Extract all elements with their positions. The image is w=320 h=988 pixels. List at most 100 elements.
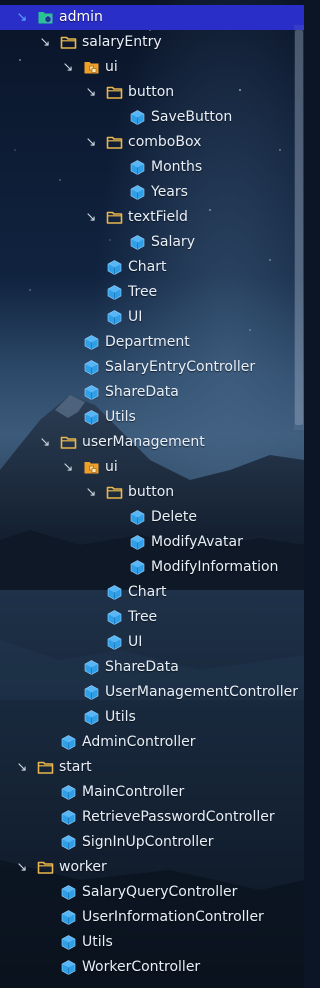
tree-item-label: Years bbox=[151, 184, 188, 200]
folder-icon bbox=[60, 434, 77, 451]
tree-item-label: textField bbox=[128, 209, 188, 225]
expand-arrow-icon[interactable]: ↘ bbox=[38, 430, 52, 455]
tree-row[interactable]: ShareData bbox=[0, 380, 304, 405]
tree-row[interactable]: RetrievePasswordController bbox=[0, 805, 304, 830]
tree-row[interactable]: Utils bbox=[0, 405, 304, 430]
tree-row[interactable]: ModifyAvatar bbox=[0, 530, 304, 555]
tree-item-label: Tree bbox=[128, 284, 158, 300]
tree-row[interactable]: Delete bbox=[0, 505, 304, 530]
tree-item-label: comboBox bbox=[128, 134, 202, 150]
expand-arrow-icon[interactable]: ↘ bbox=[84, 480, 98, 505]
tree-item-label: start bbox=[59, 759, 92, 775]
module-folder-icon bbox=[37, 9, 54, 26]
tree-item-label: Utils bbox=[105, 409, 136, 425]
expand-arrow-icon[interactable]: ↘ bbox=[84, 80, 98, 105]
class-icon bbox=[60, 784, 77, 801]
class-icon bbox=[129, 509, 146, 526]
tree-item-label: Utils bbox=[82, 934, 113, 950]
tree-row[interactable]: ↘ textField bbox=[0, 205, 304, 230]
tree-item-label: admin bbox=[59, 9, 103, 25]
tree-row[interactable]: WorkerController bbox=[0, 955, 304, 980]
tree-row[interactable]: Chart bbox=[0, 255, 304, 280]
class-icon bbox=[60, 909, 77, 926]
tree-row[interactable]: ↘ comboBox bbox=[0, 130, 304, 155]
tree-row[interactable]: ↘ userManagement bbox=[0, 430, 304, 455]
tree-item-label: RetrievePasswordController bbox=[82, 809, 275, 825]
tree-row[interactable]: UI bbox=[0, 630, 304, 655]
folder-icon bbox=[60, 34, 77, 51]
class-icon bbox=[83, 684, 100, 701]
tree-row[interactable]: ↘ salaryEntry bbox=[0, 30, 304, 55]
tree-row[interactable]: ↘ ui bbox=[0, 455, 304, 480]
tree-row[interactable]: ↘ button bbox=[0, 480, 304, 505]
tree-item-label: UI bbox=[128, 309, 143, 325]
class-icon bbox=[60, 934, 77, 951]
tree-item-label: Months bbox=[151, 159, 203, 175]
expand-arrow-icon[interactable]: ↘ bbox=[15, 5, 29, 30]
class-icon bbox=[106, 259, 123, 276]
expand-arrow-icon[interactable]: ↘ bbox=[84, 130, 98, 155]
tree-row[interactable]: Salary bbox=[0, 230, 304, 255]
tree-item-label: UserInformationController bbox=[82, 909, 264, 925]
tree-item-label: Tree bbox=[128, 609, 158, 625]
class-icon bbox=[106, 609, 123, 626]
tree-row[interactable]: ↘ start bbox=[0, 755, 304, 780]
tree-item-label: salaryEntry bbox=[82, 34, 162, 50]
tree-row[interactable]: ↘ ui bbox=[0, 55, 304, 80]
tree-item-label: SaveButton bbox=[151, 109, 233, 125]
class-icon bbox=[60, 884, 77, 901]
scrollbar-thumb[interactable] bbox=[295, 30, 303, 425]
tree-row[interactable]: MainController bbox=[0, 780, 304, 805]
tree-row[interactable]: Tree bbox=[0, 605, 304, 630]
tree-item-label: ShareData bbox=[105, 384, 179, 400]
tree-row[interactable]: Months bbox=[0, 155, 304, 180]
tree-item-label: MainController bbox=[82, 784, 185, 800]
tree-row[interactable]: Tree bbox=[0, 280, 304, 305]
class-icon bbox=[83, 359, 100, 376]
tree-row[interactable]: Utils bbox=[0, 930, 304, 955]
project-tree: ↘ admin ↘ salaryEntry ↘ ui ↘ button SaveButton ↘ c… bbox=[0, 5, 304, 980]
tree-row[interactable]: UserManagementController bbox=[0, 680, 304, 705]
tree-row[interactable]: Department bbox=[0, 330, 304, 355]
tree-row[interactable]: SalaryQueryController bbox=[0, 880, 304, 905]
tree-row[interactable]: UserInformationController bbox=[0, 905, 304, 930]
tree-row[interactable]: ShareData bbox=[0, 655, 304, 680]
expand-arrow-icon[interactable]: ↘ bbox=[38, 30, 52, 55]
tree-row[interactable]: SalaryEntryController bbox=[0, 355, 304, 380]
folder-icon bbox=[106, 209, 123, 226]
tree-item-label: Chart bbox=[128, 259, 167, 275]
class-icon bbox=[60, 734, 77, 751]
expand-arrow-icon[interactable]: ↘ bbox=[61, 455, 75, 480]
tree-row[interactable]: Utils bbox=[0, 705, 304, 730]
class-icon bbox=[106, 584, 123, 601]
expand-arrow-icon[interactable]: ↘ bbox=[15, 855, 29, 880]
class-icon bbox=[129, 109, 146, 126]
tree-row[interactable]: UI bbox=[0, 305, 304, 330]
class-icon bbox=[83, 709, 100, 726]
tree-item-label: SignInUpController bbox=[82, 834, 214, 850]
tree-row[interactable]: ↘ button bbox=[0, 80, 304, 105]
class-icon bbox=[60, 959, 77, 976]
tree-row[interactable]: SignInUpController bbox=[0, 830, 304, 855]
class-icon bbox=[83, 659, 100, 676]
expand-arrow-icon[interactable]: ↘ bbox=[84, 205, 98, 230]
tree-item-label: SalaryQueryController bbox=[82, 884, 238, 900]
class-icon bbox=[83, 334, 100, 351]
tree-item-label: Department bbox=[105, 334, 190, 350]
tree-row[interactable]: AdminController bbox=[0, 730, 304, 755]
tree-row[interactable]: ↘ admin bbox=[0, 5, 304, 30]
tree-item-label: button bbox=[128, 84, 175, 100]
class-icon bbox=[83, 409, 100, 426]
tree-item-label: UI bbox=[128, 634, 143, 650]
expand-arrow-icon[interactable]: ↘ bbox=[61, 55, 75, 80]
tree-row[interactable]: ↘ worker bbox=[0, 855, 304, 880]
tree-row[interactable]: ModifyInformation bbox=[0, 555, 304, 580]
expand-arrow-icon[interactable]: ↘ bbox=[15, 755, 29, 780]
tree-item-label: ui bbox=[105, 459, 118, 475]
tree-item-label: ModifyAvatar bbox=[151, 534, 243, 550]
class-icon bbox=[60, 809, 77, 826]
tree-row[interactable]: Chart bbox=[0, 580, 304, 605]
tree-row[interactable]: Years bbox=[0, 180, 304, 205]
tree-row[interactable]: SaveButton bbox=[0, 105, 304, 130]
tree-item-label: ModifyInformation bbox=[151, 559, 279, 575]
